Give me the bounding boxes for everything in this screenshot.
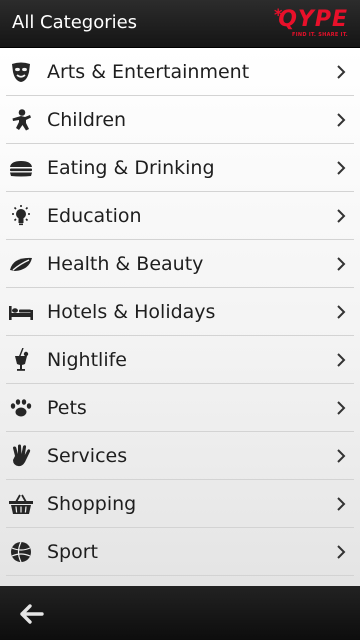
category-label: Hotels & Holidays	[47, 301, 216, 323]
category-row-education[interactable]: Education	[0, 192, 360, 240]
logo-tagline: FIND IT. SHARE IT.	[292, 32, 348, 38]
bed-icon	[8, 300, 34, 324]
toolbar	[0, 586, 360, 640]
category-row-arts-entertainment[interactable]: Arts & Entertainment	[0, 48, 360, 96]
chevron-right-icon	[334, 396, 348, 420]
category-row-services[interactable]: Services	[0, 432, 360, 480]
chevron-right-icon	[334, 492, 348, 516]
category-label: Health & Beauty	[47, 253, 204, 275]
chevron-right-icon	[334, 60, 348, 84]
category-row-nightlife[interactable]: Nightlife	[0, 336, 360, 384]
category-row-children[interactable]: Children	[0, 96, 360, 144]
category-row-pets[interactable]: Pets	[0, 384, 360, 432]
category-row-sport[interactable]: Sport	[0, 528, 360, 576]
category-label: Shopping	[47, 493, 137, 515]
category-label: Eating & Drinking	[47, 157, 215, 179]
basket-icon	[8, 492, 34, 516]
lightbulb-icon	[8, 204, 34, 228]
hand-icon	[8, 444, 34, 468]
chevron-right-icon	[334, 540, 348, 564]
category-label: Nightlife	[47, 349, 127, 371]
chevron-right-icon	[334, 444, 348, 468]
category-label: Children	[47, 109, 127, 131]
theater-mask-icon	[8, 60, 34, 84]
category-row-shopping[interactable]: Shopping	[0, 480, 360, 528]
category-list[interactable]: Arts & Entertainment Children Eating & D…	[0, 48, 360, 586]
qype-logo: * QYPE FIND IT. SHARE IT.	[272, 7, 350, 41]
title-bar: All Categories * QYPE FIND IT. SHARE IT.	[0, 0, 360, 48]
page-title: All Categories	[12, 12, 138, 33]
category-label: Sport	[47, 541, 99, 563]
category-row-health-beauty[interactable]: Health & Beauty	[0, 240, 360, 288]
category-row-hotels-holidays[interactable]: Hotels & Holidays	[0, 288, 360, 336]
child-figure-icon	[8, 108, 34, 132]
chevron-right-icon	[334, 108, 348, 132]
category-label: Services	[47, 445, 128, 467]
chevron-right-icon	[334, 204, 348, 228]
row-divider	[6, 575, 354, 576]
leaf-icon	[8, 252, 34, 276]
category-label: Education	[47, 205, 142, 227]
category-row-eating-drinking[interactable]: Eating & Drinking	[0, 144, 360, 192]
cocktail-icon	[8, 348, 34, 372]
chevron-right-icon	[334, 300, 348, 324]
ball-icon	[8, 540, 34, 564]
category-label: Arts & Entertainment	[47, 61, 250, 83]
paw-icon	[8, 396, 34, 420]
chevron-right-icon	[334, 156, 348, 180]
chevron-right-icon	[334, 252, 348, 276]
chevron-right-icon	[334, 348, 348, 372]
back-arrow-icon[interactable]	[12, 600, 52, 628]
burger-icon	[8, 156, 34, 180]
logo-text: QYPE	[278, 7, 348, 32]
category-label: Pets	[47, 397, 87, 419]
